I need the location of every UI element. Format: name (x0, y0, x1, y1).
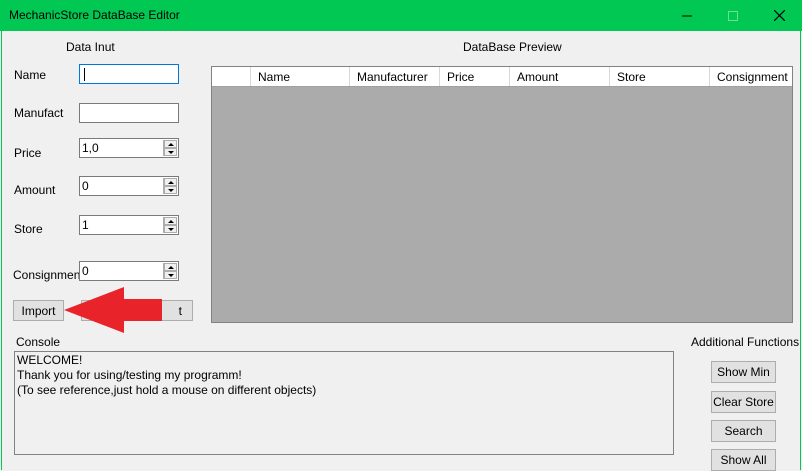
title-bar: MechanicStore DataBase Editor (0, 0, 802, 31)
console-heading: Console (16, 335, 61, 349)
column-header-name[interactable]: Name (251, 67, 350, 86)
close-icon (773, 10, 785, 21)
store-spinner[interactable] (163, 217, 177, 233)
console-textbox[interactable]: WELCOME! Thank you for using/testing my … (14, 351, 674, 455)
maximize-button[interactable] (710, 0, 756, 31)
spin-up-icon[interactable] (164, 217, 177, 225)
consignment-numeric-input[interactable]: 0 (79, 261, 179, 281)
amount-spinner[interactable] (163, 178, 177, 194)
text-caret (84, 68, 85, 81)
price-value: 1,0 (82, 141, 99, 155)
consignment-label: Consignment (13, 268, 84, 282)
spin-down-icon[interactable] (164, 225, 177, 233)
close-button[interactable] (756, 0, 802, 31)
console-line: WELCOME! (17, 353, 83, 367)
main-form: Data Inut Name Manufact Price 1,0 Amount… (1, 31, 801, 471)
spin-up-icon[interactable] (164, 263, 177, 271)
amount-label: Amount (14, 183, 56, 197)
amount-numeric-input[interactable]: 0 (79, 176, 179, 196)
spin-down-icon[interactable] (164, 186, 177, 194)
spin-up-icon[interactable] (164, 140, 177, 148)
clear-store-button[interactable]: Clear Store (711, 391, 776, 413)
additional-functions-heading: Additional Functions (691, 335, 800, 349)
spin-down-icon[interactable] (164, 271, 177, 279)
column-header-manufacturer[interactable]: Manufacturer (350, 67, 440, 86)
column-header-price[interactable]: Price (440, 67, 510, 86)
import-button[interactable]: Import (13, 300, 64, 321)
console-line: Thank you for using/testing my programm! (17, 368, 242, 382)
search-button[interactable]: Search (711, 420, 776, 442)
minimize-button[interactable] (664, 0, 710, 31)
manufacturer-label: Manufact (14, 106, 64, 120)
amount-value: 0 (82, 179, 89, 193)
consignment-spinner[interactable] (163, 263, 177, 279)
maximize-icon (728, 10, 738, 21)
column-header-store[interactable]: Store (610, 67, 710, 86)
preview-heading: DataBase Preview (463, 40, 562, 54)
red-arrow-icon (64, 287, 162, 333)
name-label: Name (14, 68, 47, 82)
console-line: (To see reference,just hold a mouse on d… (17, 383, 317, 397)
window-title: MechanicStore DataBase Editor (9, 8, 180, 22)
column-header-consignment[interactable]: Consignment (710, 67, 792, 86)
show-all-button[interactable]: Show All (711, 449, 776, 471)
row-header-cell[interactable] (212, 67, 251, 86)
column-header-amount[interactable]: Amount (510, 67, 610, 86)
data-input-heading: Data Inut (66, 40, 115, 54)
name-input[interactable] (79, 64, 179, 84)
price-spinner[interactable] (163, 140, 177, 156)
consignment-value: 0 (82, 264, 89, 278)
grid-header-row: Name Manufacturer Price Amount Store Con… (212, 67, 792, 87)
store-value: 1 (82, 218, 89, 232)
store-numeric-input[interactable]: 1 (79, 215, 179, 235)
hidden-button-label: t (178, 303, 182, 318)
price-numeric-input[interactable]: 1,0 (79, 138, 179, 158)
database-preview-grid[interactable]: Name Manufacturer Price Amount Store Con… (211, 66, 793, 323)
spin-down-icon[interactable] (164, 148, 177, 156)
minimize-icon (682, 15, 692, 16)
spin-up-icon[interactable] (164, 178, 177, 186)
show-min-button[interactable]: Show Min (711, 361, 776, 383)
manufacturer-input[interactable] (79, 103, 179, 123)
price-label: Price (14, 146, 42, 160)
store-label: Store (14, 222, 43, 236)
